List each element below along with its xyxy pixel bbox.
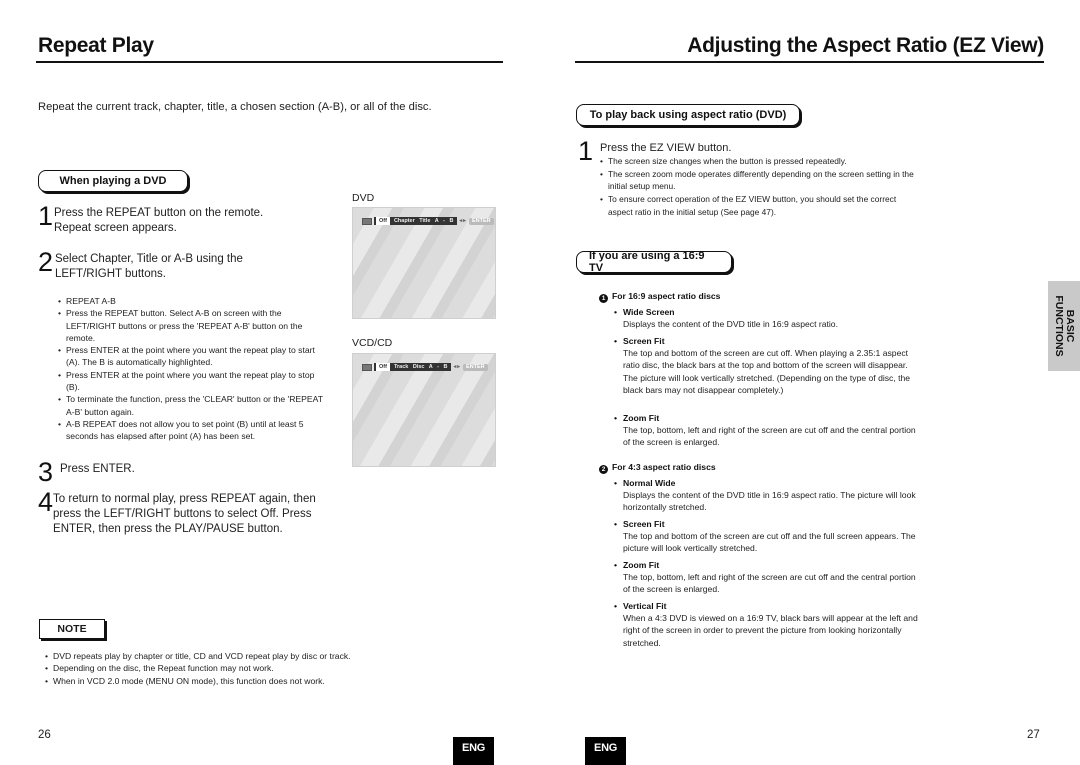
item-zoom-fit: Zoom Fit The top, bottom, left and right… <box>614 559 923 596</box>
item-head: Screen Fit <box>614 335 923 347</box>
number-2-icon: 2 <box>599 465 608 474</box>
group-title-text: For 16:9 aspect ratio discs <box>612 291 721 301</box>
item-text: The top and bottom of the screen are cut… <box>623 531 916 554</box>
section-tab-line1: BASIC <box>1064 309 1076 343</box>
item-text: The top, bottom, left and right of the s… <box>623 572 916 595</box>
item-screen-fit: Screen Fit The top and bottom of the scr… <box>614 335 923 396</box>
osd-off-option: Off <box>374 217 390 225</box>
item-head: Screen Fit <box>614 518 923 530</box>
item-text: The top, bottom, left and right of the s… <box>623 425 916 448</box>
item-head: Wide Screen <box>614 306 923 318</box>
item-text: When a 4:3 DVD is viewed on a 16:9 TV, b… <box>623 613 918 648</box>
step-number: 1 <box>578 136 594 166</box>
bullet-item: To terminate the function, press the 'CL… <box>58 393 326 418</box>
lang-badge-right: ENG <box>585 737 626 765</box>
group-title-16-9: 1 For 16:9 aspect ratio discs <box>599 291 720 303</box>
vcd-cd-repeat-screen: Off Track Disc A - B ◂▸ ENTER <box>352 353 496 467</box>
ez-view-bullets: The screen size changes when the button … <box>600 155 918 219</box>
bullet-item: The screen zoom mode operates differentl… <box>600 168 918 193</box>
section-label-dvd: When playing a DVD <box>38 170 188 192</box>
section-label-aspect-dvd: To play back using aspect ratio (DVD) <box>576 104 800 126</box>
step-text: Select Chapter, Title or A-B using the L… <box>54 253 243 280</box>
step-text: Press the REPEAT button on the remote. R… <box>54 207 264 234</box>
item-normal-wide: Normal Wide Displays the content of the … <box>614 477 923 514</box>
title-rule <box>36 61 503 63</box>
item-screen-fit: Screen Fit The top and bottom of the scr… <box>614 518 923 555</box>
item-head: Normal Wide <box>614 477 923 489</box>
osd-off-option: Off <box>374 363 390 371</box>
item-head: Vertical Fit <box>614 600 923 612</box>
note-item: DVD repeats play by chapter or title, CD… <box>45 650 405 663</box>
note-label: NOTE <box>39 619 105 639</box>
item-head: Zoom Fit <box>614 559 923 571</box>
intro-text: Repeat the current track, chapter, title… <box>38 101 432 113</box>
section-tab-text: BASIC FUNCTIONS <box>1053 295 1076 357</box>
step-number: 1 <box>38 201 54 231</box>
step-text: Press ENTER. <box>60 463 135 475</box>
section-tab-line2: FUNCTIONS <box>1053 295 1065 357</box>
repeat-icon <box>362 363 372 371</box>
item-head: Zoom Fit <box>614 412 923 424</box>
page-title-aspect-ratio: Adjusting the Aspect Ratio (EZ View) <box>687 34 1044 57</box>
bullet-item: Press ENTER at the point where you want … <box>58 369 326 394</box>
screen-label-vcd-cd: VCD/CD <box>352 337 393 349</box>
item-text: Displays the content of the DVD title in… <box>623 490 916 513</box>
group-title-text: For 4:3 aspect ratio discs <box>612 462 716 472</box>
bullet-item: A-B REPEAT does not allow you to set poi… <box>58 418 326 443</box>
osd-options: Chapter Title A - B <box>389 217 458 225</box>
lang-badge-left: ENG <box>453 737 494 765</box>
left-right-icon: ◂▸ <box>459 218 467 224</box>
bullet-item: To ensure correct operation of the EZ VI… <box>600 193 918 218</box>
page-number-right: 27 <box>1027 729 1040 741</box>
bullet-item: Press the REPEAT button. Select A-B on s… <box>58 307 326 344</box>
page-title-repeat-play: Repeat Play <box>38 34 154 57</box>
bullet-item: REPEAT A-B <box>58 295 326 308</box>
step-number: 2 <box>38 247 54 277</box>
item-text: The top and bottom of the screen are cut… <box>623 348 911 395</box>
item-vertical-fit: Vertical Fit When a 4:3 DVD is viewed on… <box>614 600 923 649</box>
section-label-16-9-tv: If you are using a 16:9 TV <box>576 250 732 274</box>
note-item: When in VCD 2.0 mode (MENU ON mode), thi… <box>45 675 405 688</box>
osd-options: Track Disc A - B <box>389 363 452 371</box>
note-item: Depending on the disc, the Repeat functi… <box>45 662 405 675</box>
group-title-4-3: 2 For 4:3 aspect ratio discs <box>599 462 716 474</box>
dvd-repeat-screen: Off Chapter Title A - B ◂▸ ENTER <box>352 207 496 319</box>
item-zoom-fit: Zoom Fit The top, bottom, left and right… <box>614 412 923 449</box>
step-1: 1 Press the REPEAT button on the remote.… <box>38 201 298 236</box>
title-rule <box>575 61 1044 63</box>
step-number: 4 <box>38 487 54 517</box>
step-3: 3 Press ENTER. <box>38 457 298 487</box>
page-number-left: 26 <box>38 729 51 741</box>
step-number: 3 <box>38 457 54 487</box>
step-text: To return to normal play, press REPEAT a… <box>53 493 316 535</box>
step-2: 2 Select Chapter, Title or A-B using the… <box>38 247 288 282</box>
section-tab-basic-functions: BASIC FUNCTIONS <box>1048 281 1080 371</box>
screen-label-dvd: DVD <box>352 192 375 204</box>
note-bullets: DVD repeats play by chapter or title, CD… <box>45 650 405 687</box>
item-text: Displays the content of the DVD title in… <box>623 319 838 330</box>
item-wide-screen: Wide Screen Displays the content of the … <box>614 306 923 330</box>
repeat-ab-bullets: REPEAT A-B Press the REPEAT button. Sele… <box>58 295 326 443</box>
number-1-icon: 1 <box>599 294 608 303</box>
left-right-icon: ◂▸ <box>453 364 461 370</box>
repeat-osd-bar: Off Track Disc A - B ◂▸ ENTER <box>362 363 488 371</box>
enter-icon: ENTER <box>462 363 488 371</box>
enter-icon: ENTER <box>468 217 494 225</box>
step-4: 4 To return to normal play, press REPEAT… <box>38 487 318 537</box>
repeat-icon <box>362 217 372 225</box>
repeat-osd-bar: Off Chapter Title A - B ◂▸ ENTER <box>362 217 494 225</box>
bullet-item: The screen size changes when the button … <box>600 155 918 168</box>
bullet-item: Press ENTER at the point where you want … <box>58 344 326 369</box>
